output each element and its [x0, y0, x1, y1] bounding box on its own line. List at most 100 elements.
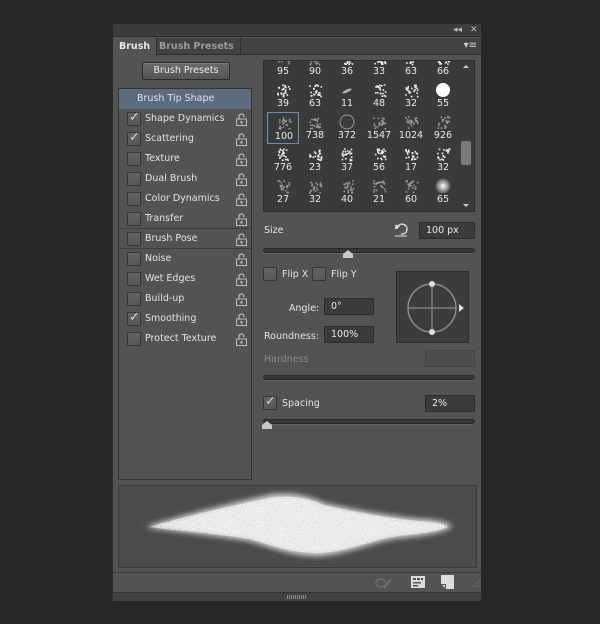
checkbox[interactable]	[127, 272, 141, 286]
brush-tip-cell[interactable]: 1547	[363, 112, 395, 144]
size-input[interactable]: 100 px	[419, 222, 475, 239]
unlock-icon[interactable]	[236, 333, 247, 346]
unlock-icon[interactable]	[236, 133, 247, 146]
unlock-icon[interactable]	[236, 293, 247, 306]
reset-size-icon[interactable]	[393, 222, 409, 238]
spacing-slider[interactable]	[263, 419, 475, 424]
unlock-icon[interactable]	[236, 213, 247, 226]
unlock-icon[interactable]	[236, 113, 247, 126]
brush-tip-size: 32	[404, 98, 418, 109]
brush-tip-cell[interactable]: 926	[427, 112, 459, 144]
sidebar-item-texture[interactable]: Texture	[119, 149, 251, 169]
size-slider-thumb[interactable]	[342, 250, 353, 258]
checkbox[interactable]: ✓	[127, 310, 141, 326]
brush-tip-cell[interactable]: 90	[299, 61, 331, 80]
checkbox[interactable]	[127, 212, 141, 226]
brush-preset-picker-icon[interactable]	[411, 576, 425, 588]
spacing-slider-thumb[interactable]	[262, 421, 272, 429]
brush-tip-cell[interactable]: 17	[395, 144, 427, 176]
checkbox[interactable]	[127, 252, 141, 266]
sidebar-item-noise[interactable]: Noise	[119, 249, 251, 269]
checkbox[interactable]: ✓	[127, 130, 141, 146]
unlock-icon[interactable]	[236, 233, 247, 246]
brush-tip-cell[interactable]: 56	[363, 144, 395, 176]
sidebar-item-smoothing[interactable]: ✓ Smoothing	[119, 309, 251, 329]
brush-tip-cell[interactable]: 65	[427, 176, 459, 208]
brush-presets-button[interactable]: Brush Presets	[142, 62, 230, 80]
brush-tip-cell[interactable]: 55	[427, 80, 459, 112]
check-icon: ✓	[265, 394, 276, 409]
spacing-input[interactable]: 2%	[425, 395, 475, 412]
brush-tip-cell[interactable]: 32	[395, 80, 427, 112]
checkbox[interactable]	[127, 192, 141, 206]
brush-tip-cell[interactable]: 63	[395, 61, 427, 80]
brush-tip-cell[interactable]: 40	[331, 176, 363, 208]
brush-tip-cell[interactable]: 100	[267, 112, 299, 144]
flip-x-checkbox[interactable]	[263, 267, 277, 281]
checkbox[interactable]	[127, 152, 141, 166]
brush-tip-thumbnail-icon	[278, 117, 292, 130]
brush-tip-cell[interactable]: 33	[363, 61, 395, 80]
sidebar-item-build-up[interactable]: Build-up	[119, 289, 251, 309]
sidebar-item-protect-texture[interactable]: Protect Texture	[119, 329, 251, 349]
angle-roundness-widget[interactable]	[396, 271, 469, 343]
brush-tip-cell[interactable]: 32	[299, 176, 331, 208]
checkbox[interactable]	[127, 172, 141, 186]
brush-tip-cell[interactable]: 32	[427, 144, 459, 176]
brush-tip-cell[interactable]: 21	[363, 176, 395, 208]
brush-tip-cell[interactable]: 63	[299, 80, 331, 112]
sidebar-item-wet-edges[interactable]: Wet Edges	[119, 269, 251, 289]
sidebar-item-label: Wet Edges	[145, 273, 196, 284]
unlock-icon[interactable]	[236, 193, 247, 206]
tab-brush-presets[interactable]: Brush Presets	[153, 38, 241, 55]
roundness-input[interactable]: 100%	[324, 326, 374, 343]
flip-y-checkbox[interactable]	[312, 267, 326, 281]
brush-tip-cell[interactable]: 738	[299, 112, 331, 144]
close-icon[interactable]: ✕	[470, 25, 478, 36]
panel-menu-icon[interactable]: ▾≡	[464, 40, 477, 51]
sidebar-item-brush-tip-shape[interactable]: Brush Tip Shape	[119, 89, 251, 109]
create-new-brush-icon[interactable]	[441, 575, 454, 589]
tab-brush[interactable]: Brush	[113, 38, 158, 56]
angle-crosshair-graphic[interactable]	[397, 272, 470, 344]
unlock-icon[interactable]	[236, 313, 247, 326]
brush-tip-cell[interactable]: 11	[331, 80, 363, 112]
brush-tip-cell[interactable]: 39	[267, 80, 299, 112]
brush-tip-cell[interactable]: 36	[331, 61, 363, 80]
brush-tip-cell[interactable]: 37	[331, 144, 363, 176]
sidebar-item-color-dynamics[interactable]: Color Dynamics	[119, 189, 251, 209]
sidebar-item-dual-brush[interactable]: Dual Brush	[119, 169, 251, 189]
brush-tip-cell[interactable]: 60	[395, 176, 427, 208]
size-label: Size	[264, 225, 284, 236]
scrollbar-graphic[interactable]	[458, 61, 474, 211]
checkbox[interactable]	[127, 232, 141, 246]
unlock-icon[interactable]	[236, 273, 247, 286]
checkbox[interactable]	[127, 292, 141, 306]
brush-tip-cell[interactable]: 372	[331, 112, 363, 144]
unlock-icon[interactable]	[236, 253, 247, 266]
brush-tip-cell[interactable]: 776	[267, 144, 299, 176]
checkbox[interactable]: ✓	[127, 110, 141, 126]
panel-drag-grip[interactable]	[113, 592, 481, 601]
brush-tip-cell[interactable]: 23	[299, 144, 331, 176]
brush-tip-cell[interactable]: 48	[363, 80, 395, 112]
grid-scrollbar[interactable]	[458, 61, 474, 211]
sidebar-item-scattering[interactable]: ✓ Scattering	[119, 129, 251, 149]
unlock-icon[interactable]	[236, 153, 247, 166]
unlock-icon[interactable]	[236, 173, 247, 186]
sidebar-item-transfer[interactable]: Transfer	[119, 209, 251, 229]
checkbox[interactable]	[127, 332, 141, 346]
roundness-label: Roundness:	[264, 331, 320, 342]
spacing-checkbox[interactable]: ✓	[263, 394, 277, 410]
sidebar-item-shape-dynamics[interactable]: ✓ Shape Dynamics	[119, 109, 251, 129]
brush-tip-cell[interactable]: 95	[267, 61, 299, 80]
collapse-icon[interactable]: ◂◂	[453, 25, 462, 36]
resize-grip-icon[interactable]	[470, 579, 480, 589]
angle-input[interactable]: 0°	[324, 298, 374, 315]
brush-tip-cell[interactable]: 66	[427, 61, 459, 80]
brush-tip-cell[interactable]: 27	[267, 176, 299, 208]
toggle-live-tip-preview-icon[interactable]	[375, 576, 393, 590]
size-slider[interactable]	[263, 248, 475, 253]
brush-tip-cell[interactable]: 1024	[395, 112, 427, 144]
sidebar-item-brush-pose[interactable]: Brush Pose	[119, 229, 251, 249]
